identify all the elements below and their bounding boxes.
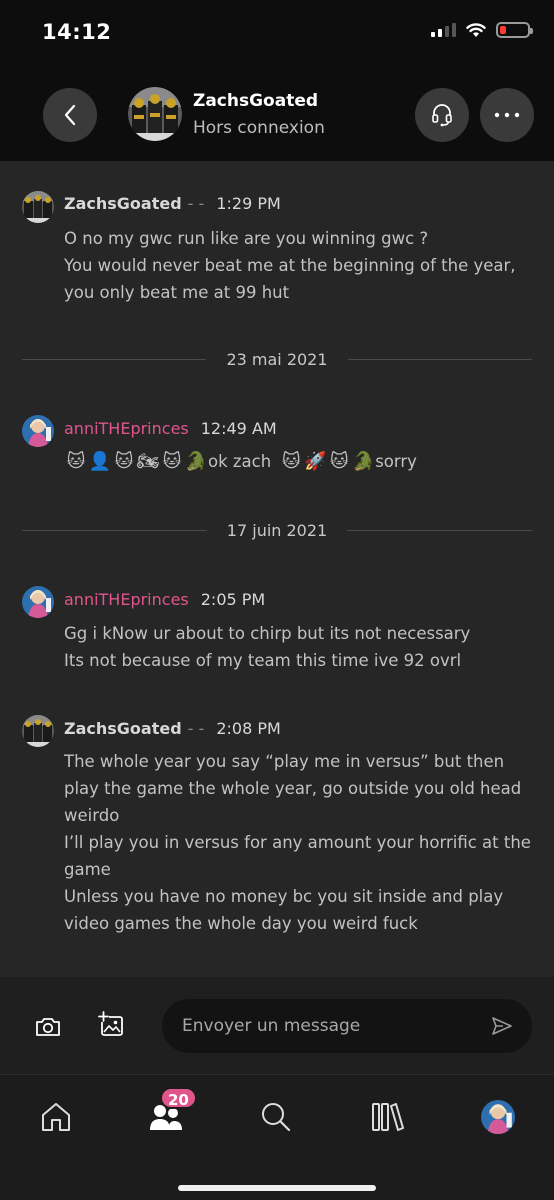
chat-header: ZachsGoated Hors connexion (0, 64, 554, 161)
contact-name[interactable]: ZachsGoated (193, 91, 318, 111)
camera-button[interactable] (32, 1011, 64, 1043)
message-time: 12:49 AM (200, 419, 277, 438)
battery-low-icon (496, 22, 533, 38)
sender-avatar[interactable] (22, 715, 54, 747)
camera-icon (36, 1018, 60, 1036)
contact-avatar[interactable] (128, 87, 182, 141)
message-line: Unless you have no money bc you sit insi… (64, 887, 504, 906)
message-text: Gg i kNow ur about to chirp but its not … (64, 620, 534, 674)
message-input-wrapper (162, 999, 532, 1053)
sender-name[interactable]: ZachsGoated (64, 194, 182, 213)
sender-name[interactable]: ZachsGoated (64, 719, 182, 738)
back-button[interactable] (43, 88, 97, 142)
more-dots-icon (494, 112, 520, 118)
message-time: 2:08 PM (216, 719, 281, 738)
message-time: 1:29 PM (216, 194, 281, 213)
library-icon (372, 1103, 404, 1131)
sender-avatar[interactable] (22, 191, 54, 223)
nav-profile[interactable] (478, 1097, 518, 1137)
rocket-icon: 🚀 (303, 450, 327, 472)
nav-search[interactable] (256, 1097, 296, 1137)
message-line: You would never beat me at the beginning… (64, 256, 516, 275)
sender-name[interactable]: anniTHEprinces (64, 590, 189, 609)
message-text-fragment: sorry (375, 452, 417, 471)
message-line: play the game the whole year, go outside… (64, 779, 522, 798)
person-silhouette-icon: 👤 (88, 450, 112, 472)
cat-face-icon: 🐱 (66, 450, 86, 472)
message-header: anniTHEprinces 12:49 AM (64, 419, 277, 438)
message-line: O no my gwc run like are you winning gwc… (64, 229, 429, 248)
bottom-navigation: 20 (0, 1074, 554, 1200)
message-input[interactable] (182, 999, 482, 1053)
message-composer (0, 977, 554, 1074)
message-text: O no my gwc run like are you winning gwc… (64, 225, 534, 306)
headset-icon (432, 104, 452, 127)
more-options-button[interactable] (480, 88, 534, 142)
message-header: ZachsGoated - - 2:08 PM (64, 719, 281, 738)
cellular-signal-icon (431, 23, 456, 37)
message-text: The whole year you say “play me in versu… (64, 748, 534, 937)
message-text: 🐱 👤 🐱 🏍 🐱 🐊 ok zach 🐱 🚀 🐱 🐊 sorry (64, 448, 534, 475)
message-line: Its not because of my team this time ive… (64, 651, 462, 670)
cat-face-icon: 🐱 (114, 450, 134, 472)
wifi-icon (466, 23, 486, 37)
add-image-icon (98, 1011, 123, 1036)
message-line: video games the whole day you weird fuck (64, 914, 418, 933)
status-bar: 14:12 (0, 0, 554, 64)
nav-library[interactable] (368, 1097, 408, 1137)
message-line: I’ll play you in versus for any amount y… (64, 833, 531, 852)
home-icon (42, 1103, 70, 1131)
motorcycle-icon: 🏍 (136, 450, 160, 472)
sender-dashes: - - (187, 719, 205, 738)
date-divider: 17 juin 2021 (22, 520, 533, 540)
cat-face-icon: 🐱 (162, 450, 182, 472)
message-line: weirdo (64, 806, 120, 825)
cat-face-icon: 🐱 (329, 450, 349, 472)
message-line: game (64, 860, 111, 879)
cat-face-icon: 🐱 (281, 450, 301, 472)
crocodile-icon: 🐊 (184, 450, 208, 472)
date-divider: 23 mai 2021 (22, 349, 532, 369)
status-time: 14:12 (42, 20, 112, 44)
message-time: 2:05 PM (200, 590, 266, 609)
add-image-button[interactable] (96, 1009, 128, 1041)
message-header: anniTHEprinces 2:05 PM (64, 590, 265, 609)
sender-dashes: - - (187, 194, 205, 213)
search-icon (262, 1103, 291, 1132)
message-text-fragment: ok zach (208, 452, 272, 471)
back-chevron-icon (64, 104, 76, 126)
date-divider-label: 23 mai 2021 (226, 349, 328, 369)
party-chat-button[interactable] (415, 88, 469, 142)
status-icons (431, 22, 533, 38)
profile-avatar (481, 1100, 515, 1134)
message-line: you only beat me at 99 hut (64, 283, 290, 302)
sender-name[interactable]: anniTHEprinces (64, 419, 189, 438)
message-line: Gg i kNow ur about to chirp but its not … (64, 624, 471, 643)
message-header: ZachsGoated - - 1:29 PM (64, 194, 281, 213)
notification-badge: 20 (160, 1087, 197, 1109)
message-line: The whole year you say “play me in versu… (64, 752, 505, 771)
sender-avatar[interactable] (22, 415, 54, 447)
send-icon[interactable] (490, 1014, 514, 1038)
home-indicator (178, 1185, 376, 1191)
sender-avatar[interactable] (22, 586, 54, 618)
date-divider-label: 17 juin 2021 (226, 520, 328, 540)
contact-status: Hors connexion (193, 118, 325, 138)
nav-home[interactable] (36, 1097, 76, 1137)
crocodile-icon: 🐊 (351, 450, 375, 472)
